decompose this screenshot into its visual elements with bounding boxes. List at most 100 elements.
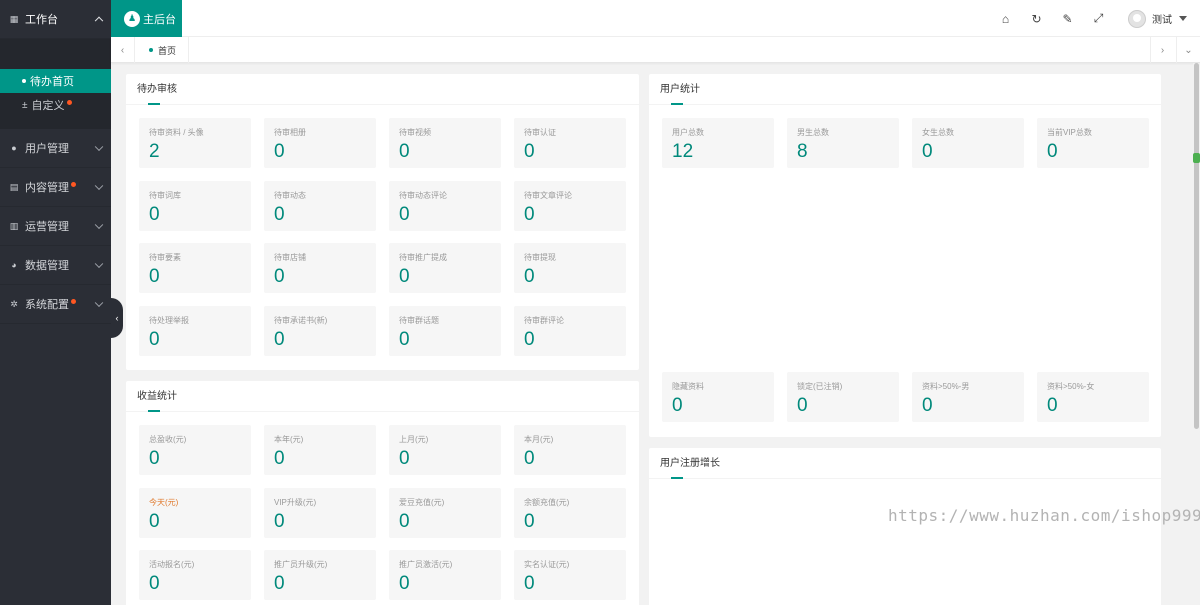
tab-options-chevron-down-icon[interactable]: ⌄ — [1176, 37, 1200, 63]
watermark: https://www.huzhan.com/ishop999 — [888, 506, 1200, 525]
stat-tile[interactable]: 总盈收(元) 0 — [139, 425, 251, 475]
fullscreen-icon[interactable]: ⤢ — [1083, 0, 1114, 37]
stat-label: 上月(元) — [399, 435, 429, 444]
app-logo[interactable]: ♟ 主后台 — [111, 0, 182, 37]
stat-value: 0 — [274, 328, 285, 350]
stat-value: 0 — [399, 328, 410, 350]
stat-label: 待审动态评论 — [399, 190, 447, 200]
stat-value: 0 — [524, 328, 535, 350]
stat-tile[interactable]: 待审推广提成 0 — [389, 243, 501, 293]
card-title: 待办审核 — [126, 74, 639, 105]
stat-value: 0 — [922, 395, 933, 416]
stat-tile[interactable]: 本年(元) 0 — [264, 425, 376, 475]
stat-tile[interactable]: 本月(元) 0 — [514, 425, 626, 475]
stat-tile[interactable]: 待审认证 0 — [514, 118, 626, 168]
sidebar-item-content-management[interactable]: ▤ 内容管理 — [0, 168, 111, 207]
stat-tile[interactable]: 女生总数 0 — [912, 118, 1024, 168]
chevron-down-icon — [94, 259, 104, 269]
stat-value: 0 — [149, 510, 160, 532]
stat-label: 待审相册 — [274, 128, 306, 137]
stat-tile[interactable]: 隐藏资料 0 — [662, 372, 774, 422]
stat-tile[interactable]: 待审要素 0 — [139, 243, 251, 293]
stat-tile[interactable]: 待审群评论 0 — [514, 305, 626, 356]
header-toolbar: ⌂ ↻ ✎ ⤢ 测试 — [990, 0, 1200, 37]
sidebar-item-workbench[interactable]: ▦ 工作台 — [0, 0, 111, 39]
sidebar-item-label: 数据管理 — [25, 260, 69, 272]
stat-label: 资料>50%-男 — [922, 382, 970, 391]
top-header: ♟ 主后台 ⌂ ↻ ✎ ⤢ 测试 — [111, 0, 1200, 37]
stat-value: 0 — [149, 448, 160, 469]
stat-value: 0 — [399, 203, 410, 225]
stat-value: 0 — [149, 203, 160, 225]
stat-tile[interactable]: 余额充值(元) 0 — [514, 487, 626, 538]
stat-tile[interactable]: 资料>50%-女 0 — [1037, 372, 1149, 422]
stat-tile[interactable]: 待审群话题 0 — [389, 305, 501, 356]
sidebar-item-data-management[interactable]: ◕ 数据管理 — [0, 246, 111, 285]
user-stats-card: 用户统计 用户总数 12 男生总数 8 女生总数 0 当前VIP总数 0 隐藏资料 0 锁定(已注… — [649, 74, 1161, 437]
stat-tile[interactable]: 待审文章评论 0 — [514, 180, 626, 231]
stat-tile[interactable]: 资料>50%-男 0 — [912, 372, 1024, 422]
stat-tile[interactable]: 锁定(已注销) 0 — [787, 372, 899, 422]
stat-value: 8 — [797, 141, 808, 162]
stat-tile[interactable]: 今天(元) 0 — [139, 487, 251, 538]
stat-label: 待处理举报 — [149, 315, 189, 325]
user-icon: ● — [11, 143, 17, 153]
sidebar-subitem-todo-home[interactable]: 待办首页 — [0, 69, 111, 93]
home-icon[interactable]: ⌂ — [990, 0, 1021, 37]
stat-tile[interactable]: 活动报名(元) 0 — [139, 550, 251, 600]
stat-tile[interactable]: 待审提现 0 — [514, 243, 626, 293]
avatar — [1128, 9, 1146, 28]
stat-tile[interactable]: 待审词库 0 — [139, 180, 251, 231]
tab-home[interactable]: 首页 — [137, 37, 190, 63]
tab-scroll-right-icon[interactable]: › — [1150, 37, 1174, 63]
sidebar-subitem-custom[interactable]: ± 自定义 — [0, 93, 111, 117]
stat-tile[interactable]: 待处理举报 0 — [139, 305, 251, 356]
stat-label: 男生总数 — [797, 128, 829, 137]
stat-tile[interactable]: VIP升级(元) 0 — [264, 487, 376, 538]
stat-label: 当前VIP总数 — [1047, 128, 1092, 137]
stat-label: 待审推广提成 — [399, 253, 447, 262]
sidebar-item-label: 用户管理 — [25, 143, 69, 155]
stat-tile[interactable]: 待审视频 0 — [389, 118, 501, 168]
stat-tile[interactable]: 待审店铺 0 — [264, 243, 376, 293]
chart-icon: ▥ — [9, 220, 19, 231]
refresh-icon[interactable]: ↻ — [1021, 0, 1052, 37]
scrollbar-thumb[interactable] — [1194, 63, 1199, 429]
stat-tile[interactable]: 待审相册 0 — [264, 118, 376, 168]
stat-label: 本年(元) — [274, 435, 304, 444]
stat-tile[interactable]: 待审动态评论 0 — [389, 180, 501, 231]
stat-label: 资料>50%-女 — [1047, 382, 1095, 391]
stat-tile[interactable]: 爱豆充值(元) 0 — [389, 487, 501, 538]
stat-value: 0 — [922, 141, 933, 162]
stat-tile[interactable]: 推广员升级(元) 0 — [264, 550, 376, 600]
stat-tile[interactable]: 待审动态 0 — [264, 180, 376, 231]
sidebar-item-user-management[interactable]: ● 用户管理 — [0, 129, 111, 168]
stat-tile[interactable]: 男生总数 8 — [787, 118, 899, 168]
stat-tile[interactable]: 当前VIP总数 0 — [1037, 118, 1149, 168]
sidebar-collapse-toggle[interactable]: ‹ — [111, 298, 123, 338]
clear-cache-icon[interactable]: ✎ — [1052, 0, 1083, 37]
tab-scroll-left-icon[interactable]: ‹ — [111, 37, 135, 63]
pin-icon: ± — [22, 99, 28, 111]
stat-tile[interactable]: 待审承诺书(新) 0 — [264, 305, 376, 356]
gear-icon: ✲ — [10, 298, 18, 309]
stat-value: 0 — [524, 141, 535, 162]
sidebar-item-system-config[interactable]: ✲ 系统配置 — [0, 285, 111, 324]
stat-label: VIP升级(元) — [274, 497, 317, 507]
stat-value: 0 — [524, 510, 535, 532]
stat-label: 待审资料 / 头像 — [149, 128, 204, 137]
stat-tile[interactable]: 待审资料 / 头像 2 — [139, 118, 251, 168]
stat-value: 0 — [149, 573, 160, 594]
stat-value: 0 — [399, 141, 410, 162]
stat-tile[interactable]: 推广员激活(元) 0 — [389, 550, 501, 600]
stat-label: 待审动态 — [274, 190, 306, 200]
stat-label: 余额充值(元) — [524, 497, 570, 507]
sidebar-item-operations-management[interactable]: ▥ 运营管理 — [0, 207, 111, 246]
stat-tile[interactable]: 实名认证(元) 0 — [514, 550, 626, 600]
sidebar-subitem-label: 自定义 — [31, 100, 65, 112]
user-menu[interactable]: 测试 — [1128, 9, 1187, 28]
stat-value: 0 — [524, 266, 535, 287]
content-icon: ▤ — [9, 181, 19, 192]
stat-tile[interactable]: 用户总数 12 — [662, 118, 774, 168]
stat-tile[interactable]: 上月(元) 0 — [389, 425, 501, 475]
